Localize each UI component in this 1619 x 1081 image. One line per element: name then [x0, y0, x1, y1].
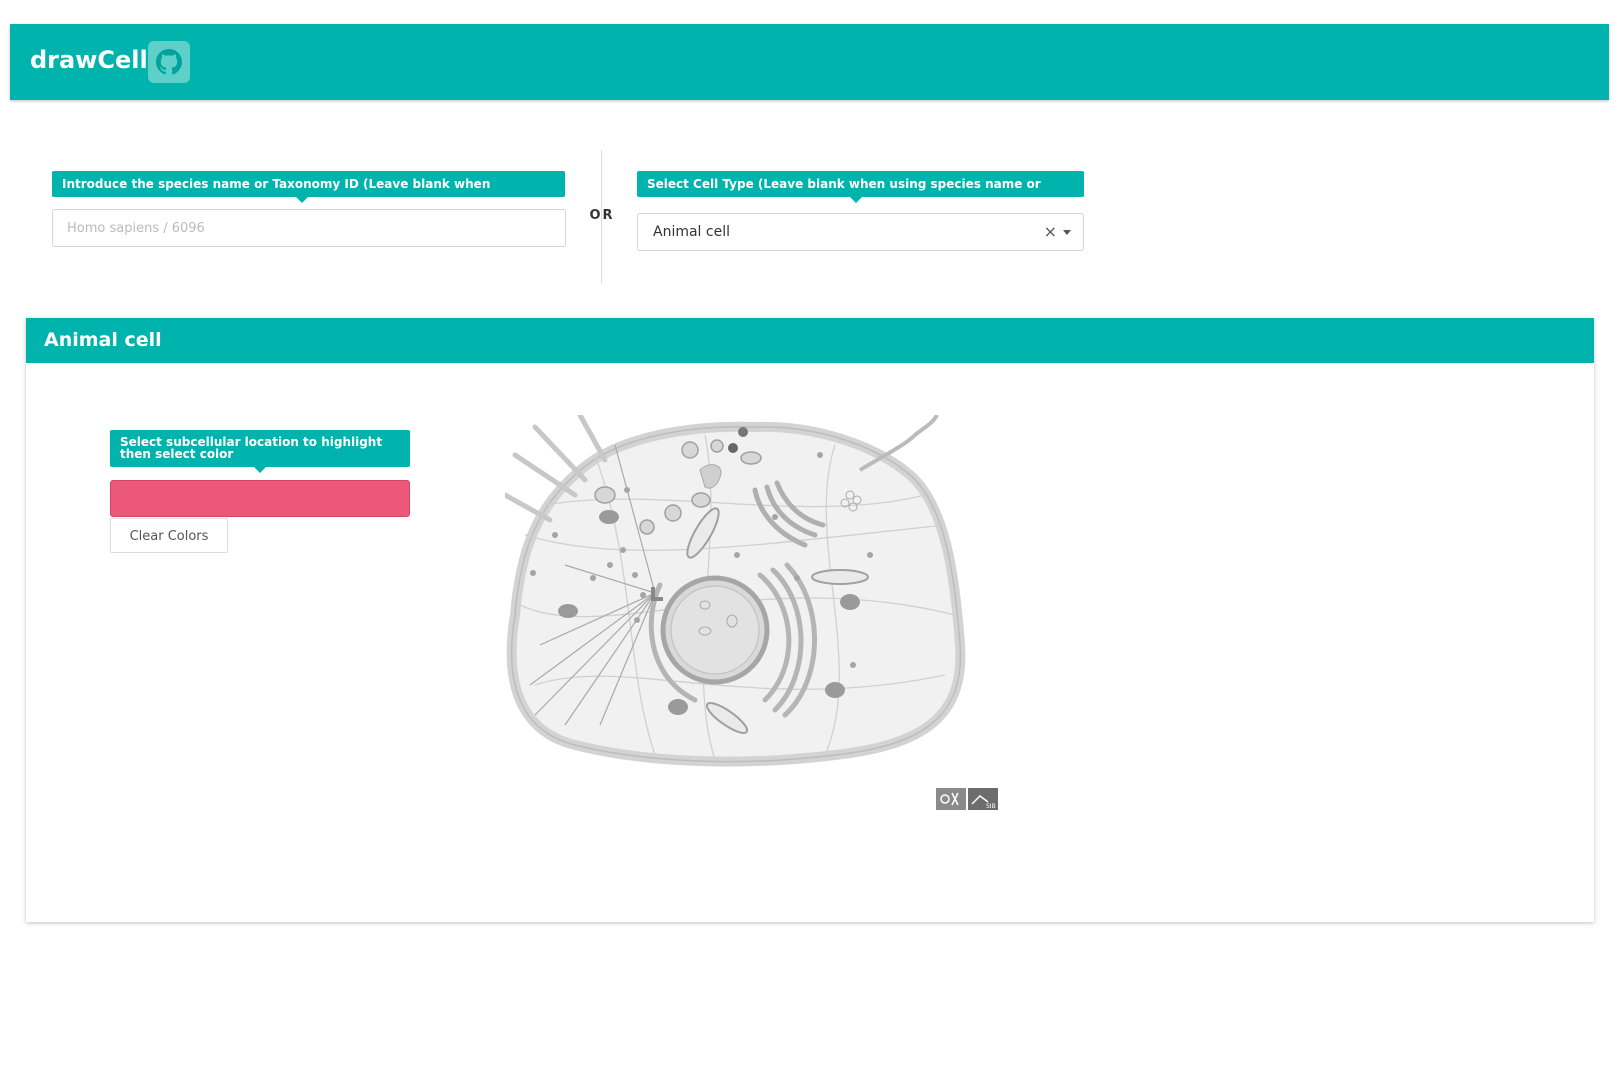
- cell-type-selected-value: Animal cell: [653, 224, 730, 240]
- sib-logo-icon: SIB: [936, 788, 998, 810]
- ribosome-cluster: [738, 427, 748, 437]
- github-icon[interactable]: [148, 41, 190, 83]
- color-picker-swatch[interactable]: [110, 480, 410, 517]
- ribosome-cluster: [728, 443, 738, 453]
- panel-title: Animal cell: [26, 318, 1594, 363]
- highlight-label: Select subcellular location to highlight…: [110, 430, 410, 473]
- or-separator: OR: [589, 208, 615, 223]
- tooltip-arrow-icon: [850, 197, 862, 203]
- tooltip-arrow-icon: [296, 197, 308, 203]
- cell-type-label: Select Cell Type (Leave blank when using…: [637, 171, 1084, 217]
- clear-colors-button[interactable]: Clear Colors: [110, 518, 228, 553]
- animal-cell-diagram[interactable]: [505, 415, 975, 785]
- cell-type-select[interactable]: Animal cell ×: [637, 213, 1084, 251]
- app-header: drawCell: [10, 24, 1609, 100]
- app-title[interactable]: drawCell: [30, 24, 148, 100]
- chevron-down-icon[interactable]: [1063, 230, 1071, 235]
- tooltip-arrow-icon: [254, 467, 266, 473]
- clear-selection-icon[interactable]: ×: [1044, 214, 1057, 250]
- svg-text:SIB: SIB: [986, 803, 996, 810]
- species-label: Introduce the species name or Taxonomy I…: [52, 171, 565, 217]
- highlight-label-text: Select subcellular location to highlight…: [120, 435, 383, 461]
- cell-type-label-text: Select Cell Type (Leave blank when using…: [647, 177, 1041, 217]
- species-input[interactable]: [52, 209, 566, 247]
